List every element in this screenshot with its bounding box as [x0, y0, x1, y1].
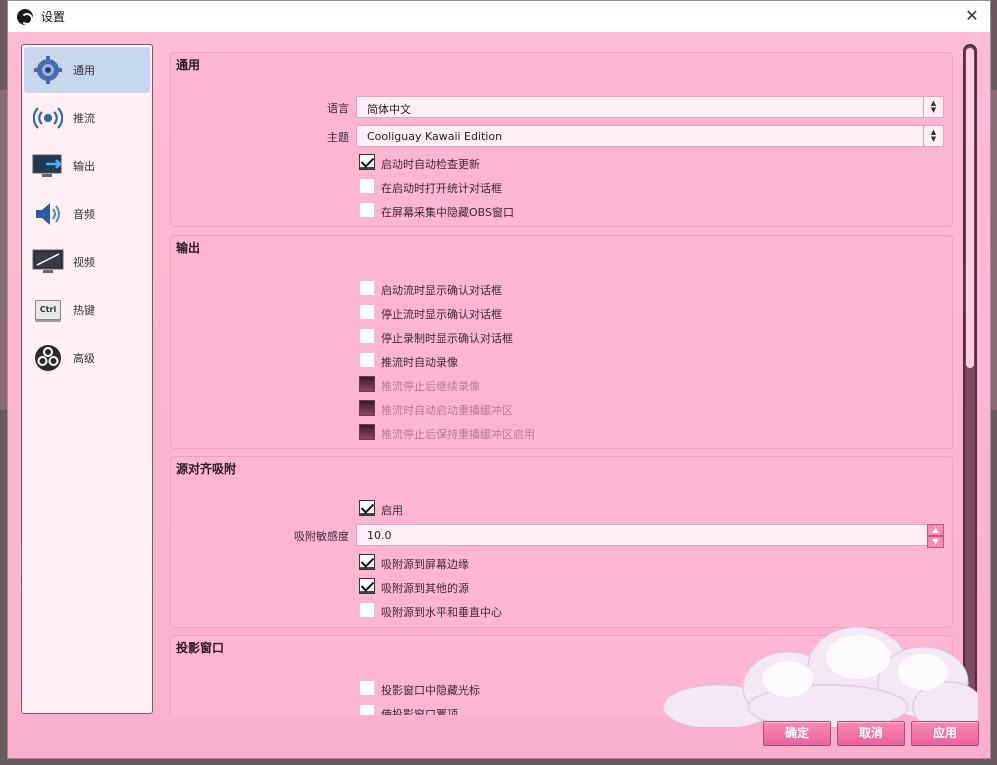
group-output: 输出 启动流时显示确认对话框 停止流时显示确认对话框 停止录制时显示确认对话框 … — [170, 235, 953, 449]
sidebar-item-label: 高级 — [73, 352, 95, 365]
snap-enable-checkbox[interactable] — [359, 500, 375, 516]
confirm-start-stream-checkbox[interactable] — [359, 280, 375, 296]
sidebar-item-label: 输出 — [73, 160, 95, 173]
scrollbar-thumb[interactable] — [966, 48, 974, 368]
chevron-updown-icon: ▲ ▼ — [923, 97, 943, 117]
keep-replay-buffer-label: 推流停止后保持重播缓冲区启用 — [381, 428, 535, 441]
always-on-top-checkbox[interactable] — [359, 704, 375, 715]
confirm-stop-record-label: 停止录制时显示确认对话框 — [381, 332, 513, 345]
snap-center-checkbox[interactable] — [359, 602, 375, 618]
theme-select[interactable]: Cooliguay Kawaii Edition ▲ ▼ — [356, 125, 944, 147]
group-title: 通用 — [176, 58, 201, 72]
snap-screen-edge-label: 吸附源到屏幕边缘 — [381, 558, 469, 571]
theme-row: 主题 Cooliguay Kawaii Edition ▲ ▼ — [171, 125, 952, 147]
sidebar-item-label: 视频 — [73, 256, 95, 269]
auto-replay-buffer-checkbox — [359, 400, 375, 416]
snap-enable-label: 启用 — [381, 504, 403, 517]
auto-record-label: 推流时自动录像 — [381, 356, 458, 369]
sensitivity-value: 10.0 — [367, 529, 392, 542]
settings-sidebar: 通用 推流 输出 音频 视频 Ctrl 热键 高级 — [21, 44, 153, 714]
hide-cursor-checkbox[interactable] — [359, 680, 375, 696]
sensitivity-label: 吸附敏感度 — [294, 530, 349, 543]
dialog-body: 通用 推流 输出 音频 视频 Ctrl 热键 高级 通用 语言 简体中文 ▲ ▼… — [8, 32, 990, 758]
group-title: 源对齐吸附 — [176, 462, 237, 476]
sensitivity-row: 吸附敏感度 10.0 ▲ ▼ — [171, 524, 952, 548]
open-stats-label: 在启动时打开统计对话框 — [381, 182, 502, 195]
snap-screen-edge-checkbox[interactable] — [359, 554, 375, 570]
obs-logo-icon — [17, 8, 33, 25]
sidebar-item-output[interactable]: 输出 — [24, 143, 150, 189]
close-button[interactable]: ✕ — [960, 5, 984, 27]
snap-other-sources-checkbox[interactable] — [359, 578, 375, 594]
cloud-decoration-icon — [662, 626, 978, 727]
sidebar-item-label: 推流 — [73, 112, 95, 125]
ctrl-key-label: Ctrl — [35, 300, 61, 320]
settings-dialog: 设置 ✕ 通用 推流 输出 音频 视频 Ctrl 热键 高级 通用 语言 简体中… — [7, 0, 991, 759]
chevron-updown-icon: ▲ ▼ — [923, 126, 943, 146]
hide-obs-label: 在屏幕采集中隐藏OBS窗口 — [381, 206, 514, 219]
theme-label: 主题 — [327, 131, 349, 144]
keep-recording-checkbox — [359, 376, 375, 392]
group-snapping: 源对齐吸附 启用 吸附敏感度 10.0 ▲ ▼ 吸附源到屏幕边缘 吸附源到其他的… — [170, 456, 953, 628]
decrement-button[interactable]: ▼ — [927, 536, 944, 548]
group-general: 通用 语言 简体中文 ▲ ▼ 主题 Cooliguay Kawaii Editio… — [170, 52, 953, 227]
background-app — [991, 90, 997, 410]
sidebar-item-advanced[interactable]: 高级 — [24, 335, 150, 381]
auto-replay-buffer-label: 推流时自动启动重播缓冲区 — [381, 404, 513, 417]
hide-cursor-label: 投影窗口中隐藏光标 — [381, 684, 480, 697]
spin-buttons: ▲ ▼ — [927, 524, 944, 548]
ok-button[interactable]: 确定 — [763, 721, 831, 746]
language-value: 简体中文 — [367, 103, 411, 116]
title-bar: 设置 ✕ — [8, 1, 990, 32]
obs-logo-icon — [32, 342, 64, 374]
video-monitor-icon — [32, 246, 64, 278]
keep-replay-buffer-checkbox — [359, 424, 375, 440]
language-row: 语言 简体中文 ▲ ▼ — [171, 96, 952, 118]
sidebar-item-hotkeys[interactable]: Ctrl 热键 — [24, 287, 150, 333]
confirm-stop-stream-checkbox[interactable] — [359, 304, 375, 320]
increment-button[interactable]: ▲ — [927, 524, 944, 536]
sidebar-item-video[interactable]: 视频 — [24, 239, 150, 285]
auto-update-checkbox[interactable] — [359, 154, 375, 170]
sidebar-item-label: 通用 — [73, 64, 95, 77]
sidebar-item-label: 音频 — [73, 208, 95, 221]
apply-button[interactable]: 应用 — [911, 721, 979, 746]
confirm-stop-record-checkbox[interactable] — [359, 328, 375, 344]
confirm-stop-stream-label: 停止流时显示确认对话框 — [381, 308, 502, 321]
keep-recording-label: 推流停止后继续录像 — [381, 380, 480, 393]
auto-update-label: 启动时自动检查更新 — [381, 158, 480, 171]
language-select[interactable]: 简体中文 ▲ ▼ — [356, 96, 944, 118]
broadcast-icon — [32, 102, 64, 134]
hide-obs-checkbox[interactable] — [359, 202, 375, 218]
theme-value: Cooliguay Kawaii Edition — [367, 130, 503, 143]
ctrl-key-icon: Ctrl — [32, 294, 64, 326]
sidebar-item-label: 热键 — [73, 304, 95, 317]
sensitivity-spinbox[interactable]: 10.0 ▲ ▼ — [356, 524, 944, 548]
language-label: 语言 — [327, 102, 349, 115]
sidebar-item-stream[interactable]: 推流 — [24, 95, 150, 141]
window-title: 设置 — [41, 10, 66, 24]
snap-center-label: 吸附源到水平和垂直中心 — [381, 606, 502, 619]
gear-icon — [32, 54, 64, 86]
sidebar-item-audio[interactable]: 音频 — [24, 191, 150, 237]
open-stats-checkbox[interactable] — [359, 178, 375, 194]
background-app — [0, 90, 7, 410]
cancel-button[interactable]: 取消 — [837, 721, 905, 746]
speaker-icon — [32, 198, 64, 230]
group-title: 输出 — [176, 241, 201, 255]
sidebar-item-general[interactable]: 通用 — [24, 47, 150, 93]
confirm-start-stream-label: 启动流时显示确认对话框 — [381, 284, 502, 297]
output-monitor-icon — [32, 150, 64, 182]
auto-record-checkbox[interactable] — [359, 352, 375, 368]
always-on-top-label: 使投影窗口置顶 — [381, 708, 458, 715]
snap-other-sources-label: 吸附源到其他的源 — [381, 582, 469, 595]
group-title: 投影窗口 — [176, 641, 225, 655]
